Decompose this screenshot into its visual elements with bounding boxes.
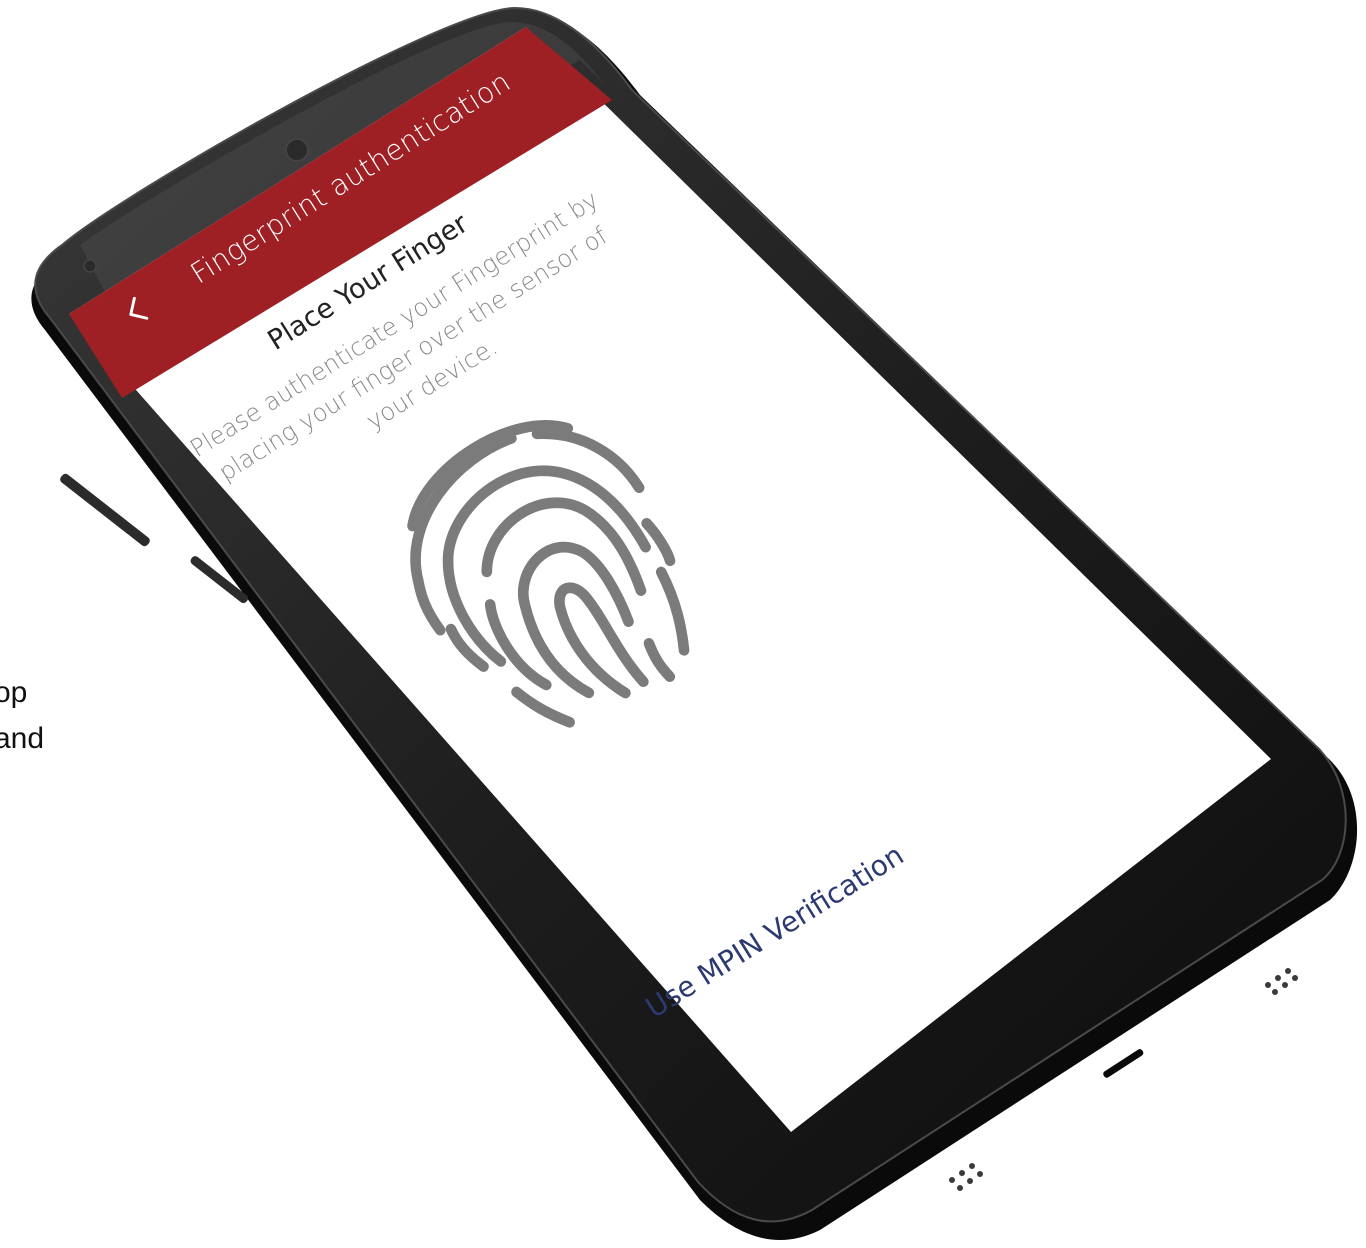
chevron-left-icon xyxy=(129,296,149,320)
usb-port xyxy=(1103,1049,1144,1078)
volume-button xyxy=(60,473,150,547)
front-camera-icon xyxy=(83,259,97,273)
earpiece-icon xyxy=(285,138,309,162)
back-button[interactable] xyxy=(108,283,164,340)
